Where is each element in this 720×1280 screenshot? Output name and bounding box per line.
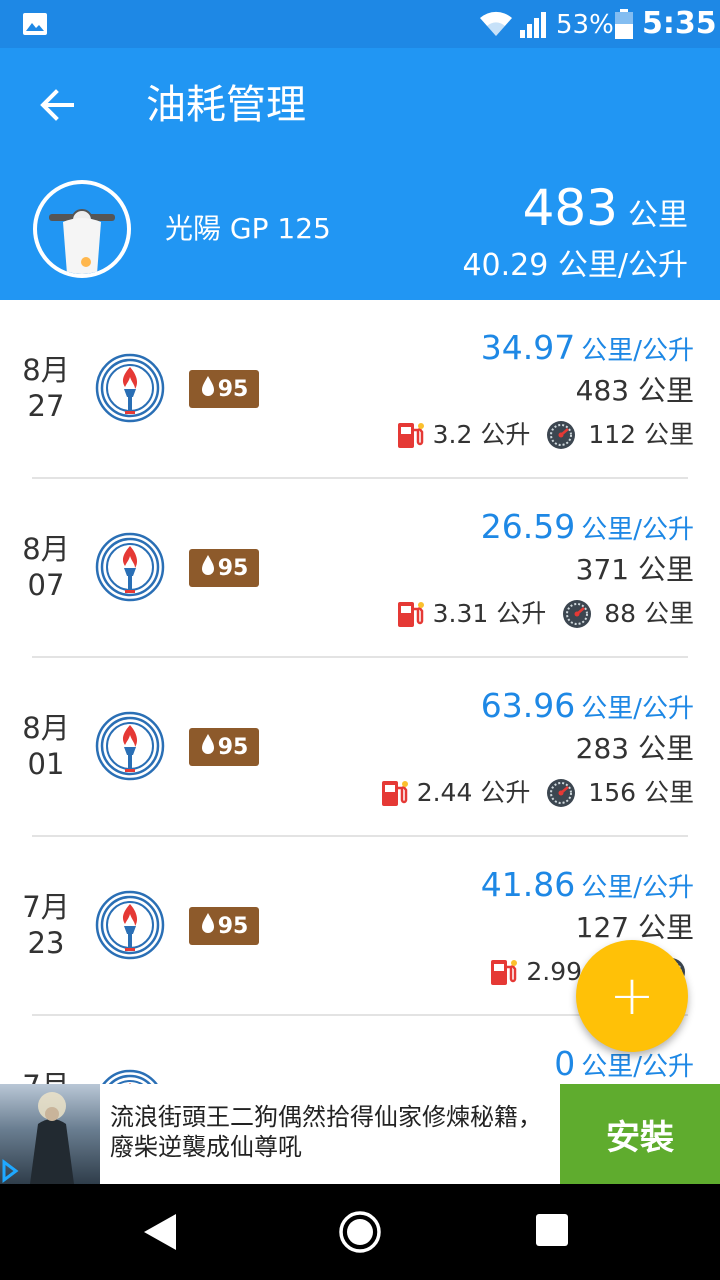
octane-value: 95 — [217, 734, 249, 760]
record-date: 7月 — [14, 1068, 78, 1084]
ad-thumbnail[interactable] — [0, 1084, 100, 1184]
record-day: 01 — [27, 747, 65, 781]
cpc-station-logo — [95, 711, 165, 781]
octane-value: 95 — [217, 913, 249, 939]
record-efficiency-unit: 公里/公升 — [581, 873, 694, 903]
record-month: 8月 — [22, 711, 70, 745]
record-date: 7月 23 — [14, 889, 78, 961]
record-odometer: 283 公里 — [575, 732, 694, 765]
record-liters: 2.44 公升 — [416, 778, 531, 807]
record-efficiency-unit: 公里/公升 — [581, 515, 694, 545]
odometer-icon — [547, 421, 576, 449]
record-date: 8月 07 — [14, 531, 78, 603]
status-bar: 53% 5:35 — [0, 0, 720, 48]
total-distance-unit: 公里 — [628, 198, 688, 233]
octane-badge: 95 — [189, 549, 259, 587]
record-day: 07 — [27, 568, 65, 602]
fuel-pump-icon — [491, 960, 518, 985]
record-month: 8月 — [22, 532, 70, 566]
record-details: 2.44 公升 156 公里 — [379, 776, 694, 810]
clock: 5:35 — [642, 6, 717, 41]
ad-banner[interactable]: 流浪街頭王二狗偶然拾得仙家修煉秘籍，廢柴逆襲成仙尊吼 安裝 — [0, 1084, 720, 1184]
app-bar: 油耗管理 光陽 GP 125 483 公里 40.29 公里/公升 — [0, 48, 720, 300]
cpc-station-logo — [95, 532, 165, 602]
record-row[interactable]: 8月 01 95 63.96 公里/公升 283 公里 2.44 公升 156 … — [0, 658, 720, 837]
signal-icon — [520, 12, 546, 38]
battery-icon — [615, 9, 633, 39]
record-efficiency: 26.59 公里/公升 — [481, 507, 694, 547]
record-efficiency-value: 34.97 — [480, 328, 576, 367]
record-efficiency-value: 41.86 — [480, 865, 576, 904]
image-icon — [23, 13, 47, 35]
record-odometer: 483 公里 — [575, 374, 694, 407]
record-day: 23 — [27, 926, 65, 960]
ad-character-image — [2, 1092, 74, 1184]
record-efficiency-value: 63.96 — [480, 686, 576, 725]
cpc-station-logo — [95, 890, 165, 960]
ad-install-button[interactable]: 安裝 — [560, 1084, 720, 1184]
average-efficiency: 40.29 公里/公升 — [462, 248, 688, 283]
system-nav-bar — [0, 1184, 720, 1280]
record-efficiency-value: 26.59 — [480, 507, 576, 546]
fuel-pump-icon — [381, 781, 408, 806]
plus-icon: + — [609, 964, 655, 1027]
record-trip: 156 公里 — [588, 778, 694, 807]
drop-icon — [200, 554, 216, 582]
record-details: 3.31 公升 88 公里 — [395, 597, 694, 631]
record-trip: 112 公里 — [588, 420, 694, 449]
record-efficiency: 41.86 公里/公升 — [481, 865, 694, 905]
octane-badge: 95 — [189, 907, 259, 945]
record-row[interactable]: 8月 27 95 34.97 公里/公升 483 公里 3.2 公升 112 公… — [0, 300, 720, 479]
odometer-icon — [547, 779, 576, 807]
nav-back-icon[interactable] — [140, 1212, 180, 1252]
octane-badge: 95 — [189, 728, 259, 766]
ad-text: 流浪街頭王二狗偶然拾得仙家修煉秘籍，廢柴逆襲成仙尊吼 — [110, 1103, 542, 1161]
battery-percent: 53% — [556, 10, 614, 40]
cpc-station-logo — [95, 1069, 165, 1084]
total-distance-value: 483 — [522, 179, 618, 237]
record-row[interactable]: 8月 07 95 26.59 公里/公升 371 公里 3.31 公升 88 公… — [0, 479, 720, 658]
drop-icon — [200, 375, 216, 403]
record-efficiency-unit: 公里/公升 — [581, 336, 694, 366]
record-month: 7月 — [22, 890, 70, 924]
drop-icon — [200, 733, 216, 761]
add-record-button[interactable]: + — [576, 940, 688, 1052]
nav-recent-apps-icon[interactable] — [536, 1214, 568, 1246]
back-arrow-icon[interactable] — [30, 78, 84, 132]
record-efficiency-unit: 公里/公升 — [581, 1052, 694, 1082]
fuel-pump-icon — [397, 423, 424, 448]
record-details: 3.2 公升 112 公里 — [395, 418, 694, 452]
page-title: 油耗管理 — [146, 82, 306, 128]
record-trip: 88 公里 — [604, 599, 694, 628]
record-odometer: 371 公里 — [575, 553, 694, 586]
record-efficiency-value: 0 — [554, 1044, 576, 1083]
octane-value: 95 — [217, 376, 249, 402]
wifi-icon — [480, 11, 512, 36]
vehicle-avatar[interactable] — [33, 180, 131, 278]
record-efficiency: 34.97 公里/公升 — [481, 328, 694, 368]
record-day: 27 — [27, 389, 65, 423]
record-efficiency: 63.96 公里/公升 — [481, 686, 694, 726]
odometer-icon — [563, 600, 592, 628]
total-distance: 483 公里 — [523, 178, 688, 238]
scooter-icon — [49, 209, 115, 274]
fuel-pump-icon — [397, 602, 424, 627]
record-liters: 3.31 公升 — [432, 599, 547, 628]
drop-icon — [200, 912, 216, 940]
octane-value: 95 — [217, 555, 249, 581]
nav-home-icon[interactable] — [338, 1210, 382, 1254]
record-liters: 3.2 公升 — [432, 420, 531, 449]
cpc-station-logo — [95, 353, 165, 423]
record-month: 8月 — [22, 353, 70, 387]
octane-badge: 95 — [189, 370, 259, 408]
record-date: 8月 01 — [14, 710, 78, 782]
record-efficiency-unit: 公里/公升 — [581, 694, 694, 724]
vehicle-name: 光陽 GP 125 — [165, 212, 331, 245]
record-date: 8月 27 — [14, 352, 78, 424]
record-month: 7月 — [14, 1068, 78, 1084]
